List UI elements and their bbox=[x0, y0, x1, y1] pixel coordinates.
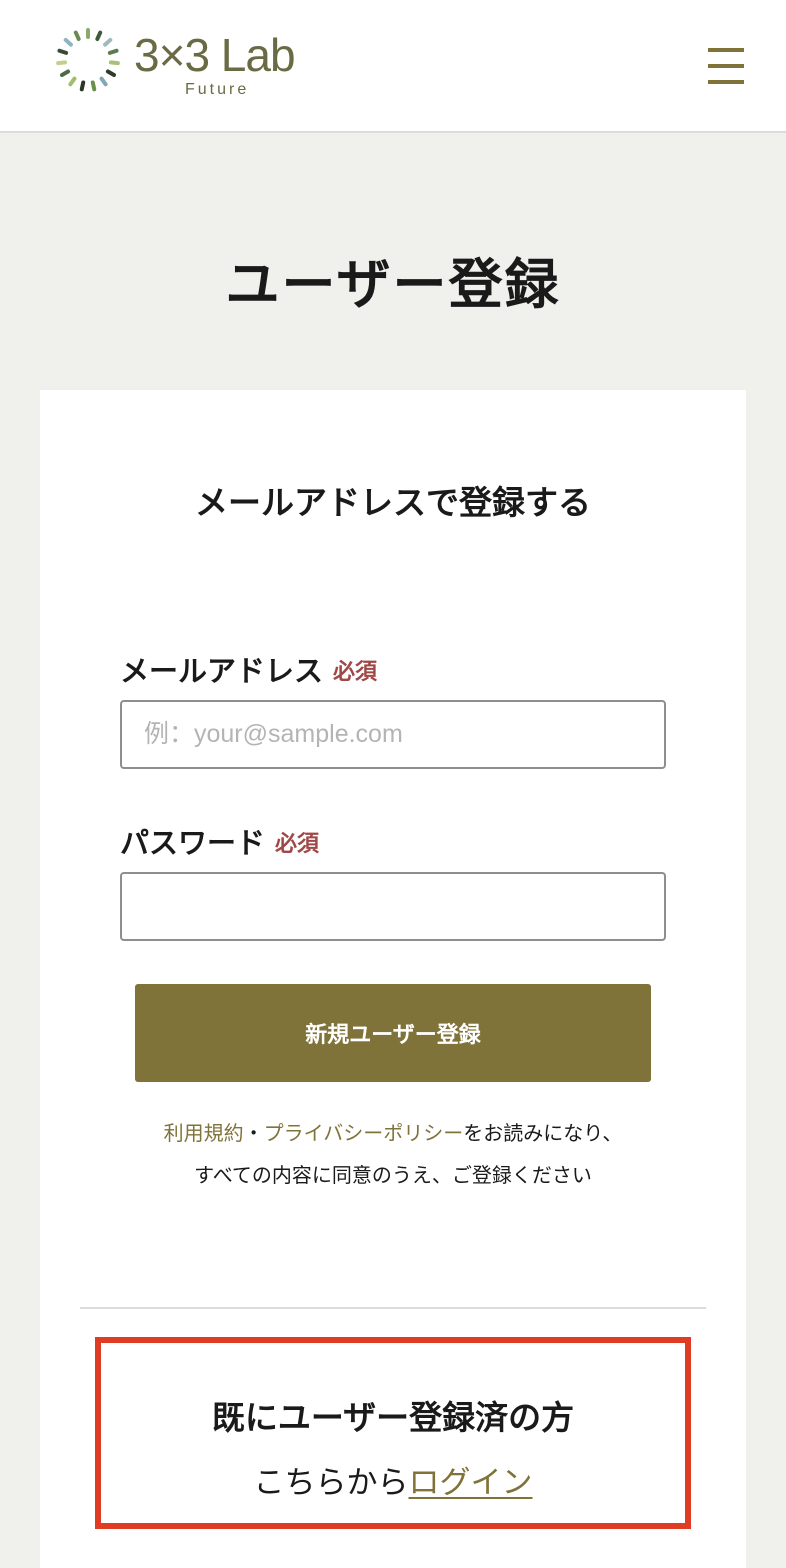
agreement-line-2: すべての内容に同意のうえ、ご登録ください bbox=[194, 1163, 592, 1187]
required-badge: 必須 bbox=[333, 660, 378, 685]
password-label: パスワード 必須 bbox=[120, 820, 319, 862]
hamburger-menu-icon[interactable] bbox=[704, 46, 746, 86]
link-separator: ・ bbox=[243, 1121, 264, 1145]
required-badge: 必須 bbox=[275, 832, 320, 857]
registration-card: メールアドレスで登録する メールアドレス必須 パスワード必須 新規ユーザー登録 … bbox=[40, 390, 746, 1568]
email-label: メールアドレス 必須 bbox=[120, 648, 377, 690]
privacy-policy-link[interactable]: プライバシーポリシー bbox=[264, 1121, 464, 1145]
page-title: ユーザー登録 bbox=[225, 253, 561, 316]
login-prefix: こちらから bbox=[253, 1465, 409, 1501]
site-logo[interactable]: 3×3 Lab Future bbox=[50, 22, 340, 102]
email-label-text: メールアドレス bbox=[120, 654, 324, 688]
section-title: メールアドレスで登録する bbox=[195, 483, 591, 522]
existing-user-login-box: 既にユーザー登録済の方 こちらからログイン bbox=[95, 1337, 691, 1529]
register-button[interactable]: 新規ユーザー登録 bbox=[135, 984, 651, 1082]
logo-tagline: Future bbox=[185, 81, 250, 98]
password-field[interactable] bbox=[120, 872, 666, 941]
login-prompt: こちらからログイン bbox=[101, 1457, 685, 1502]
password-label-text: パスワード bbox=[120, 826, 266, 860]
login-title: 既にユーザー登録済の方 bbox=[211, 1398, 575, 1437]
section-divider bbox=[80, 1307, 706, 1309]
logo-wordmark: 3×3 Lab bbox=[134, 29, 296, 81]
site-header: 3×3 Lab Future bbox=[0, 0, 786, 133]
agreement-line-1: をお読みになり、 bbox=[463, 1121, 623, 1145]
login-link[interactable]: ログイン bbox=[409, 1465, 533, 1501]
terms-link[interactable]: 利用規約 bbox=[164, 1121, 244, 1145]
agreement-text: 利用規約・プライバシーポリシーをお読みになり、 すべての内容に同意のうえ、ご登録… bbox=[40, 1112, 746, 1196]
email-field[interactable] bbox=[120, 700, 666, 769]
logo-ring-icon bbox=[56, 28, 120, 92]
